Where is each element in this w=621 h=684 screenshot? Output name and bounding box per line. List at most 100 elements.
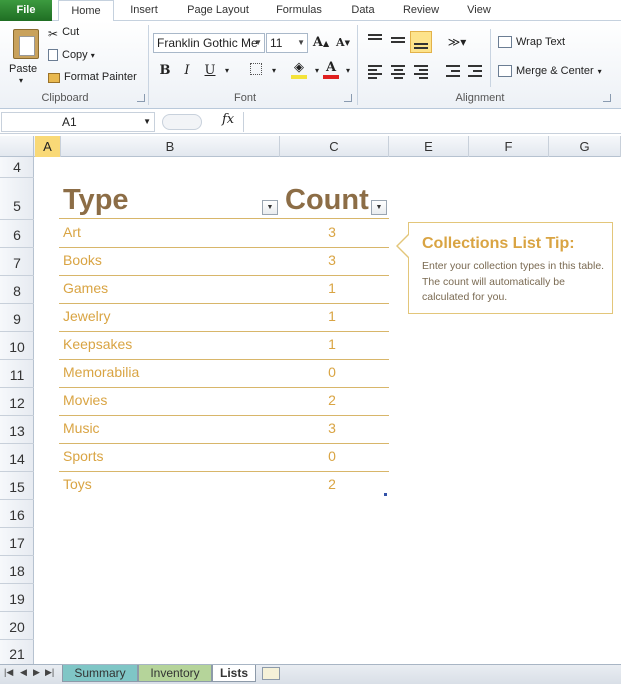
alignment-launcher-icon[interactable] — [603, 94, 611, 102]
sheet-tab-summary[interactable]: Summary — [62, 665, 138, 682]
sheet-tab-lists[interactable]: Lists — [212, 665, 256, 682]
cell-count[interactable]: 2 — [315, 476, 349, 492]
tab-data[interactable]: Data — [340, 0, 386, 21]
row-header-16[interactable]: 16 — [0, 500, 34, 528]
align-right-icon[interactable] — [412, 62, 430, 80]
copy-button[interactable]: Copy ▾ — [48, 49, 95, 61]
align-top-icon[interactable] — [366, 31, 384, 49]
cell-count[interactable]: 1 — [315, 308, 349, 324]
grow-font-icon[interactable]: A▲ — [312, 34, 330, 52]
align-bottom-icon[interactable] — [410, 31, 432, 53]
cell-count[interactable]: 0 — [315, 448, 349, 464]
fill-color-icon[interactable]: ◈ — [290, 59, 308, 79]
tab-view[interactable]: View — [456, 0, 502, 21]
cell-count[interactable]: 1 — [315, 280, 349, 296]
table-resize-handle[interactable] — [384, 493, 387, 496]
borders-icon[interactable] — [247, 62, 265, 80]
font-family-select[interactable]: Franklin Gothic Me ▼ — [153, 33, 265, 53]
insert-function-icon[interactable]: fx — [222, 112, 234, 127]
worksheet-grid[interactable]: Type ▼ Count ▼ Art 3 Books 3 Games 1 Jewelry 1 K… — [35, 157, 621, 664]
row-header-10[interactable]: 10 — [0, 332, 34, 360]
cut-button[interactable]: ✂ Cut — [48, 26, 79, 41]
row-header-15[interactable]: 15 — [0, 472, 34, 500]
row-header-21[interactable]: 21 — [0, 640, 34, 664]
clipboard-launcher-icon[interactable] — [137, 94, 145, 102]
cell-count[interactable]: 2 — [315, 392, 349, 408]
cell-type[interactable]: Music — [63, 420, 100, 436]
row-header-20[interactable]: 20 — [0, 612, 34, 640]
cell-type[interactable]: Toys — [63, 476, 92, 492]
column-header-b[interactable]: B — [61, 136, 280, 157]
cell-type[interactable]: Movies — [63, 392, 107, 408]
bold-icon[interactable]: B — [156, 62, 174, 80]
cell-type[interactable]: Sports — [63, 448, 103, 464]
chevron-down-icon[interactable]: ▾ — [265, 62, 283, 80]
wrap-text-button[interactable]: Wrap Text — [498, 36, 565, 48]
format-painter-button[interactable]: Format Painter — [48, 71, 137, 83]
column-header-a[interactable]: A — [35, 136, 61, 157]
decrease-indent-icon[interactable] — [444, 62, 462, 80]
row-header-13[interactable]: 13 — [0, 416, 34, 444]
row-header-7[interactable]: 7 — [0, 248, 34, 276]
orientation-icon[interactable]: ≫▾ — [444, 33, 470, 51]
row-header-18[interactable]: 18 — [0, 556, 34, 584]
row-header-14[interactable]: 14 — [0, 444, 34, 472]
name-box[interactable]: A1 ▼ — [1, 112, 155, 132]
column-header-e[interactable]: E — [389, 136, 469, 157]
italic-icon[interactable]: I — [178, 62, 196, 80]
row-header-4[interactable]: 4 — [0, 157, 34, 178]
chevron-down-icon[interactable]: ▾ — [218, 62, 236, 80]
row-header-9[interactable]: 9 — [0, 304, 34, 332]
font-launcher-icon[interactable] — [344, 94, 352, 102]
shrink-font-icon[interactable]: A▼ — [334, 34, 352, 52]
cell-type[interactable]: Games — [63, 280, 108, 296]
tab-home[interactable]: Home — [58, 0, 114, 22]
paste-button[interactable]: Paste ▾ — [4, 23, 40, 89]
cell-type[interactable]: Jewelry — [63, 308, 110, 324]
column-header-g[interactable]: G — [549, 136, 621, 157]
tab-formulas[interactable]: Formulas — [266, 0, 332, 21]
row-header-11[interactable]: 11 — [0, 360, 34, 388]
align-center-icon[interactable] — [389, 62, 407, 80]
tab-insert[interactable]: Insert — [118, 0, 170, 21]
cell-count[interactable]: 3 — [315, 420, 349, 436]
merge-center-button[interactable]: Merge & Center ▾ — [498, 65, 602, 77]
next-sheet-icon[interactable]: ▶ — [33, 667, 40, 678]
first-sheet-icon[interactable]: |◀ — [4, 667, 13, 678]
increase-indent-icon[interactable] — [466, 62, 484, 80]
formula-input[interactable] — [243, 112, 621, 132]
row-header-8[interactable]: 8 — [0, 276, 34, 304]
cell-count[interactable]: 3 — [315, 252, 349, 268]
chevron-down-icon[interactable]: ▾ — [339, 62, 357, 80]
cell-type[interactable]: Memorabilia — [63, 364, 139, 380]
sort-filter-icon[interactable]: ▼ — [262, 200, 278, 215]
insert-sheet-icon[interactable] — [262, 667, 280, 680]
cell-count[interactable]: 1 — [315, 336, 349, 352]
cell-type[interactable]: Art — [63, 224, 81, 240]
column-header-f[interactable]: F — [469, 136, 549, 157]
row-header-5[interactable]: 5 — [0, 178, 34, 220]
tab-file[interactable]: File — [0, 0, 52, 21]
tab-page-layout[interactable]: Page Layout — [178, 0, 258, 21]
row-header-12[interactable]: 12 — [0, 388, 34, 416]
align-middle-icon[interactable] — [389, 31, 407, 49]
row-header-17[interactable]: 17 — [0, 528, 34, 556]
underline-icon[interactable]: U — [201, 62, 219, 80]
font-color-icon[interactable]: A — [322, 59, 340, 79]
prev-sheet-icon[interactable]: ◀ — [20, 667, 27, 678]
cell-count[interactable]: 3 — [315, 224, 349, 240]
paste-icon — [13, 29, 39, 59]
column-header-c[interactable]: C — [280, 136, 389, 157]
align-left-icon[interactable] — [366, 62, 384, 80]
cell-type[interactable]: Keepsakes — [63, 336, 132, 352]
last-sheet-icon[interactable]: ▶| — [45, 667, 54, 678]
sheet-tab-inventory[interactable]: Inventory — [138, 665, 212, 682]
cell-count[interactable]: 0 — [315, 364, 349, 380]
tab-review[interactable]: Review — [394, 0, 448, 21]
font-size-select[interactable]: 11 ▼ — [266, 33, 308, 53]
filter-dropdown-icon[interactable]: ▼ — [371, 200, 387, 215]
row-header-19[interactable]: 19 — [0, 584, 34, 612]
select-all-corner[interactable] — [0, 136, 34, 157]
cell-type[interactable]: Books — [63, 252, 102, 268]
row-header-6[interactable]: 6 — [0, 220, 34, 248]
